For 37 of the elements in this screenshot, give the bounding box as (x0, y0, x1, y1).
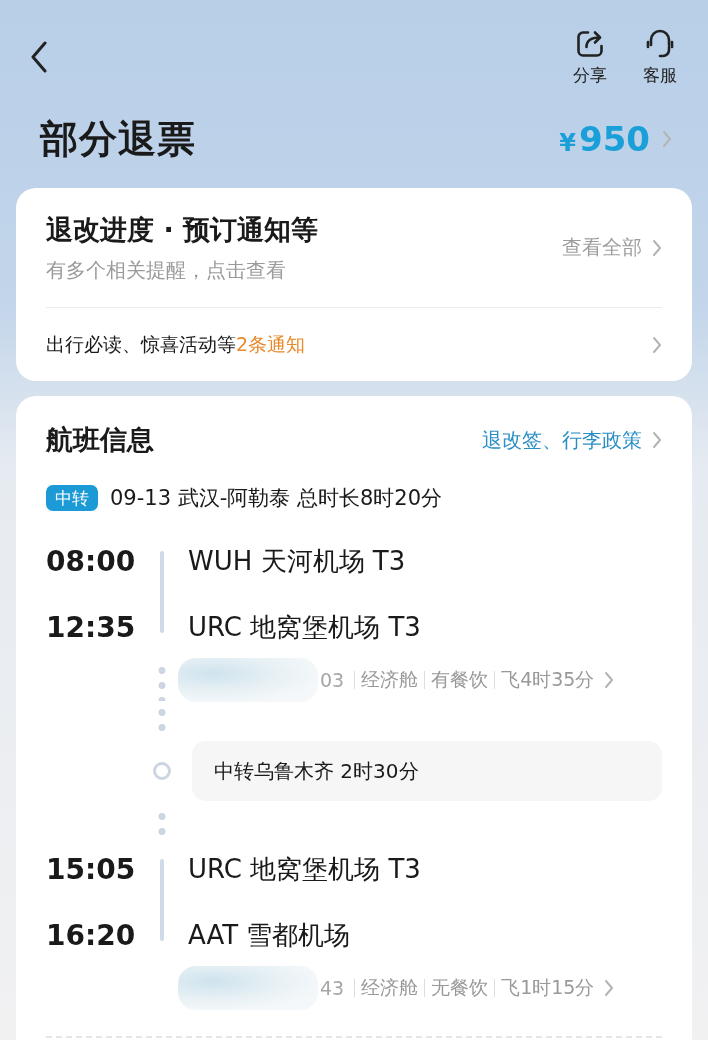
notice-row[interactable]: 出行必读、惊喜活动等2条通知 (16, 308, 692, 381)
transfer-info: 中转乌鲁木齐 2时30分 (192, 741, 662, 801)
departure-time: 15:05 (46, 852, 137, 886)
arrival-airport: URC 地窝堡机场 T3 (188, 610, 422, 644)
page-title: 部分退票 (40, 115, 196, 163)
section-subtitle: 有多个相关提醒，点击查看 (46, 257, 287, 284)
chevron-icon (662, 130, 672, 148)
chevron-icon (652, 238, 662, 257)
arrival-time: 16:20 (46, 918, 137, 952)
departure-airport: WUH 天河机场 T3 (188, 544, 407, 578)
policy-link[interactable]: 退改签、行李政策 (482, 426, 662, 454)
chevron-icon (604, 979, 615, 997)
flight-detail: 无餐饮 (431, 975, 489, 1000)
flight-detail: 有餐饮 (431, 667, 489, 692)
section-title: 退改进度 · 预订通知等 (46, 213, 319, 247)
flight-number-fragment: 03 (320, 669, 345, 691)
chevron-icon (652, 335, 662, 354)
chevron-icon (652, 431, 662, 449)
route-summary: 09-13 武汉-阿勒泰 总时长8时20分 (110, 485, 443, 512)
chevron-icon (604, 671, 615, 689)
flight-detail: 飞1时15分 (501, 975, 595, 1000)
transfer-tag: 中转 (46, 485, 98, 511)
arrival-time: 12:35 (46, 610, 137, 644)
flight-detail: 飞4时35分 (501, 667, 595, 692)
share-icon (574, 28, 606, 60)
share-button[interactable]: 分享 (564, 28, 616, 86)
departure-time: 08:00 (46, 544, 137, 578)
transfer-ring-icon (153, 762, 171, 780)
headset-icon (644, 28, 676, 60)
section-title: 航班信息 (46, 423, 154, 457)
back-icon (30, 41, 48, 73)
flight-number-fragment: 43 (320, 977, 345, 999)
flight-detail: 经济舱 (361, 975, 419, 1000)
customer-service-button[interactable]: 客服 (634, 28, 686, 86)
departure-airport: URC 地窝堡机场 T3 (188, 852, 422, 886)
flight-detail: 经济舱 (361, 667, 419, 692)
arrival-airport: AAT 雪都机场 (188, 918, 352, 952)
